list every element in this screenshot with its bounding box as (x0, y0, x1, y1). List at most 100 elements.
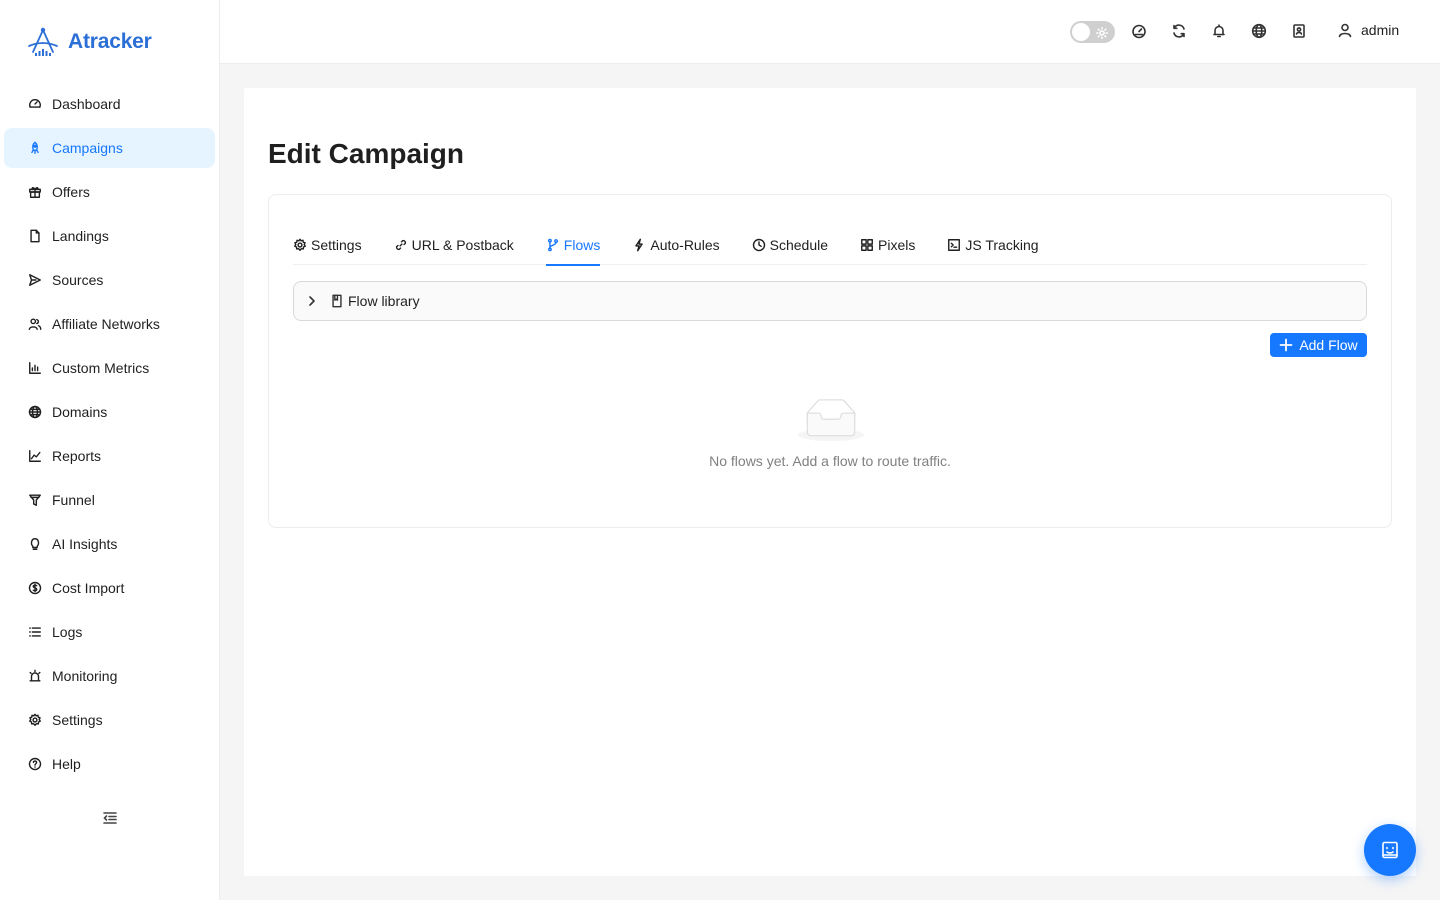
contacts-icon[interactable] (1290, 22, 1308, 40)
link-icon (395, 239, 406, 251)
sidebar-item-label: Offers (52, 184, 90, 200)
sidebar-item-label: Affiliate Networks (52, 316, 160, 332)
globe-icon[interactable] (1250, 22, 1268, 40)
sun-icon (1096, 26, 1108, 39)
user-menu[interactable]: admin (1337, 22, 1399, 38)
sidebar-item-sources[interactable]: Sources (4, 260, 215, 300)
campaign-card: Settings URL & Postback Flows Auto-Rules… (268, 194, 1392, 528)
tab-js-tracking[interactable]: JS Tracking (947, 233, 1039, 265)
empty-inbox-icon (798, 399, 864, 442)
username: admin (1361, 22, 1400, 38)
send-icon (27, 272, 43, 288)
code-icon (948, 239, 961, 251)
tab-url-postback[interactable]: URL & Postback (394, 233, 514, 265)
grid-icon (861, 239, 873, 251)
tab-auto-rules[interactable]: Auto-Rules (632, 233, 720, 265)
sidebar-item-campaigns[interactable]: Campaigns (4, 128, 215, 168)
funnel-icon (27, 492, 43, 508)
sidebar-item-label: AI Insights (52, 536, 118, 552)
gift-icon (27, 184, 43, 200)
bulb-icon (27, 536, 43, 552)
sidebar-item-label: Domains (52, 404, 108, 420)
gear-icon (27, 712, 43, 728)
rocket-icon (27, 140, 43, 156)
sidebar-item-label: Dashboard (52, 96, 121, 112)
app-name: Atracker (68, 30, 152, 53)
add-flow-label: Add Flow (1299, 337, 1358, 353)
sync-icon[interactable] (1170, 22, 1188, 40)
tab-label: Schedule (769, 237, 829, 253)
sidebar-item-settings[interactable]: Settings (4, 700, 215, 740)
user-icon (1338, 23, 1352, 38)
sidebar-item-label: Custom Metrics (52, 360, 150, 376)
sidebar-item-label: Cost Import (52, 580, 125, 596)
sidebar-item-landings[interactable]: Landings (4, 216, 215, 256)
tab-label: JS Tracking (965, 237, 1039, 253)
branch-icon (547, 238, 558, 252)
chevron-right-icon (309, 296, 315, 306)
sidebar-item-domains[interactable]: Domains (4, 392, 215, 432)
thunderbolt-icon (635, 238, 644, 252)
line-chart-icon (27, 448, 43, 464)
alarm-icon (27, 668, 43, 684)
sidebar-item-reports[interactable]: Reports (4, 436, 215, 476)
plus-icon (1279, 338, 1293, 352)
globe-icon (27, 404, 43, 420)
top-header: admin (220, 0, 1440, 64)
tab-schedule[interactable]: Schedule (752, 233, 828, 265)
sidebar: Atracker Dashboard Campaigns Offers Land… (0, 0, 220, 900)
app-logo[interactable]: Atracker (26, 26, 152, 58)
sidebar-item-label: Reports (52, 448, 102, 464)
tab-flows[interactable]: Flows (545, 233, 601, 266)
sidebar-item-label: Sources (52, 272, 104, 288)
users-icon (27, 316, 43, 332)
bell-icon[interactable] (1210, 22, 1228, 40)
assistant-button[interactable] (1364, 824, 1416, 876)
sidebar-item-custom-metrics[interactable]: Custom Metrics (4, 348, 215, 388)
sidebar-item-label: Campaigns (52, 140, 123, 156)
clock-icon (752, 238, 765, 252)
sidebar-item-funnel[interactable]: Funnel (4, 480, 215, 520)
list-icon (27, 624, 43, 640)
dashboard-icon[interactable] (1130, 22, 1148, 40)
gear-icon (294, 238, 306, 251)
tab-label: Flows (563, 237, 601, 253)
tab-settings[interactable]: Settings (293, 233, 362, 265)
sidebar-item-label: Monitoring (52, 668, 118, 684)
empty-state-text: No flows yet. Add a flow to route traffi… (709, 453, 951, 469)
tab-label: Settings (311, 237, 362, 253)
main-content: Edit Campaign Settings URL & Postback Fl… (244, 88, 1416, 876)
menu-fold-icon[interactable] (101, 809, 119, 827)
flow-library-label: Flow library (348, 293, 420, 309)
campaign-tabs: Settings URL & Postback Flows Auto-Rules… (293, 233, 1367, 266)
tab-label: Auto-Rules (650, 237, 720, 253)
sidebar-item-label: Funnel (52, 492, 95, 508)
theme-toggle[interactable] (1070, 21, 1115, 43)
bar-chart-icon (27, 360, 43, 376)
sidebar-item-cost-import[interactable]: Cost Import (4, 568, 215, 608)
sidebar-item-label: Help (52, 756, 81, 772)
sidebar-item-logs[interactable]: Logs (4, 612, 215, 652)
flow-library-panel[interactable]: Flow library (293, 281, 1367, 321)
tab-pixels[interactable]: Pixels (860, 233, 915, 265)
sidebar-item-label: Settings (52, 712, 103, 728)
tab-label: Pixels (878, 237, 916, 253)
sidebar-item-help[interactable]: Help (4, 744, 215, 784)
assistant-icon (1382, 841, 1398, 859)
sidebar-item-label: Logs (52, 624, 83, 640)
sidebar-item-affiliate-networks[interactable]: Affiliate Networks (4, 304, 215, 344)
add-flow-button[interactable]: Add Flow (1270, 333, 1367, 357)
sidebar-item-monitoring[interactable]: Monitoring (4, 656, 215, 696)
file-icon (27, 228, 43, 244)
dashboard-icon (27, 96, 43, 112)
tab-label: URL & Postback (411, 237, 514, 253)
sidebar-item-offers[interactable]: Offers (4, 172, 215, 212)
sidebar-item-ai-insights[interactable]: AI Insights (4, 524, 215, 564)
logo-icon (28, 27, 58, 56)
book-icon (332, 294, 342, 308)
page-title: Edit Campaign (268, 138, 465, 169)
sidebar-item-dashboard[interactable]: Dashboard (4, 84, 215, 124)
question-icon (27, 756, 43, 772)
toggle-knob (1072, 23, 1090, 41)
sidebar-nav: Dashboard Campaigns Offers Landings Sour… (4, 84, 215, 788)
